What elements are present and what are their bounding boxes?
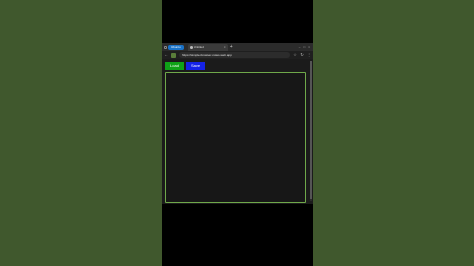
tab-active[interactable]: Untitled × [187, 43, 228, 51]
window-controls: – □ × [299, 45, 313, 49]
text-editor-area[interactable] [165, 72, 306, 203]
menu-icon[interactable]: ⋮ [307, 52, 311, 58]
page-content: Load Save [162, 59, 313, 204]
video-frame: Ubuntu Untitled × + – □ × ← https://simp… [0, 0, 474, 266]
bookmark-star-icon[interactable]: ☆ [293, 52, 297, 58]
tab-overview-icon[interactable] [164, 45, 167, 49]
scrollbar-thumb[interactable] [310, 61, 312, 199]
tab-group[interactable]: Ubuntu [164, 44, 184, 50]
address-bar[interactable]: https://simple-browser-notes.web.app [179, 52, 290, 58]
browser-window: Ubuntu Untitled × + – □ × ← https://simp… [162, 43, 313, 204]
minimize-icon[interactable]: – [299, 45, 301, 49]
back-icon[interactable]: ← [164, 52, 168, 58]
tab-close-icon[interactable]: × [224, 45, 228, 50]
tab-group-label[interactable]: Ubuntu [168, 44, 184, 50]
phone-screen: Ubuntu Untitled × + – □ × ← https://simp… [162, 0, 313, 266]
reload-icon[interactable]: ↻ [300, 52, 304, 58]
site-info-icon[interactable] [171, 52, 176, 58]
maximize-icon[interactable]: □ [303, 45, 305, 49]
new-tab-button[interactable]: + [230, 44, 233, 50]
tab-title: Untitled [193, 44, 204, 49]
tab-strip: Ubuntu Untitled × + – □ × [162, 43, 313, 51]
load-button[interactable]: Load [165, 62, 184, 70]
favicon-icon [189, 45, 193, 49]
save-button[interactable]: Save [186, 62, 205, 70]
close-window-icon[interactable]: × [308, 45, 310, 49]
page-scrollbar[interactable] [310, 61, 312, 201]
address-toolbar: ← https://simple-browser-notes.web.app ☆… [162, 51, 313, 59]
button-row: Load Save [165, 62, 205, 70]
